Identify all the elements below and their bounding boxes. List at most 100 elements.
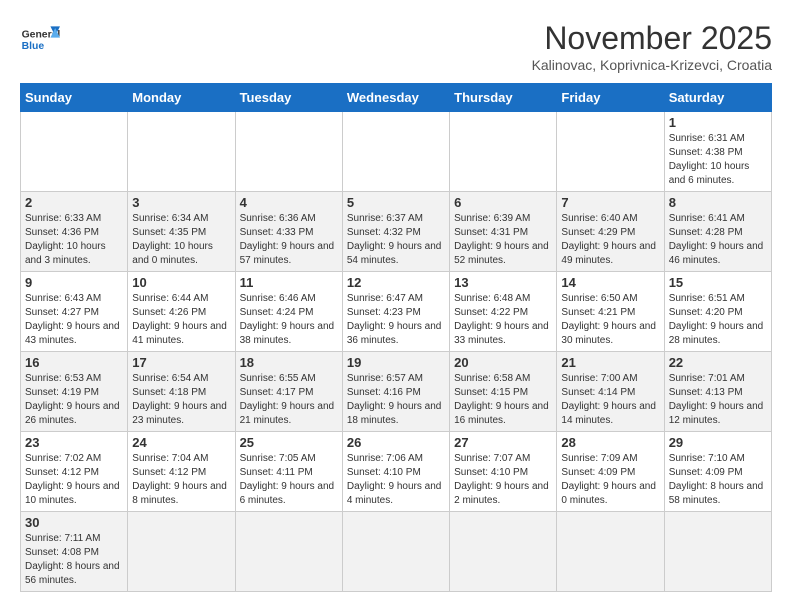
calendar-cell: 1 Sunrise: 6:31 AM Sunset: 4:38 PM Dayli… bbox=[664, 112, 771, 192]
calendar-cell: 29 Sunrise: 7:10 AM Sunset: 4:09 PM Dayl… bbox=[664, 432, 771, 512]
day-info: Sunrise: 6:50 AM Sunset: 4:21 PM Dayligh… bbox=[561, 292, 659, 348]
calendar-cell: 11 Sunrise: 6:46 AM Sunset: 4:24 PM Dayl… bbox=[235, 272, 342, 352]
day-info: Sunrise: 6:41 AM Sunset: 4:28 PM Dayligh… bbox=[669, 212, 767, 268]
calendar-cell: 17 Sunrise: 6:54 AM Sunset: 4:18 PM Dayl… bbox=[128, 352, 235, 432]
day-number: 12 bbox=[347, 275, 445, 290]
calendar-cell: 14 Sunrise: 6:50 AM Sunset: 4:21 PM Dayl… bbox=[557, 272, 664, 352]
calendar-cell: 10 Sunrise: 6:44 AM Sunset: 4:26 PM Dayl… bbox=[128, 272, 235, 352]
day-info: Sunrise: 7:05 AM Sunset: 4:11 PM Dayligh… bbox=[240, 452, 338, 508]
day-number: 4 bbox=[240, 195, 338, 210]
day-number: 13 bbox=[454, 275, 552, 290]
calendar-cell bbox=[342, 512, 449, 592]
calendar-cell bbox=[235, 512, 342, 592]
day-number: 14 bbox=[561, 275, 659, 290]
day-number: 21 bbox=[561, 355, 659, 370]
calendar-cell: 12 Sunrise: 6:47 AM Sunset: 4:23 PM Dayl… bbox=[342, 272, 449, 352]
calendar-cell bbox=[664, 512, 771, 592]
calendar-cell: 18 Sunrise: 6:55 AM Sunset: 4:17 PM Dayl… bbox=[235, 352, 342, 432]
calendar-cell: 7 Sunrise: 6:40 AM Sunset: 4:29 PM Dayli… bbox=[557, 192, 664, 272]
day-info: Sunrise: 7:11 AM Sunset: 4:08 PM Dayligh… bbox=[25, 532, 123, 588]
day-number: 6 bbox=[454, 195, 552, 210]
day-number: 1 bbox=[669, 115, 767, 130]
calendar-cell bbox=[450, 512, 557, 592]
calendar-cell bbox=[128, 512, 235, 592]
calendar-cell: 20 Sunrise: 6:58 AM Sunset: 4:15 PM Dayl… bbox=[450, 352, 557, 432]
day-number: 3 bbox=[132, 195, 230, 210]
calendar-cell: 27 Sunrise: 7:07 AM Sunset: 4:10 PM Dayl… bbox=[450, 432, 557, 512]
day-number: 23 bbox=[25, 435, 123, 450]
calendar-cell bbox=[342, 112, 449, 192]
day-info: Sunrise: 6:54 AM Sunset: 4:18 PM Dayligh… bbox=[132, 372, 230, 428]
calendar-cell bbox=[557, 512, 664, 592]
day-number: 26 bbox=[347, 435, 445, 450]
day-number: 25 bbox=[240, 435, 338, 450]
calendar-cell: 28 Sunrise: 7:09 AM Sunset: 4:09 PM Dayl… bbox=[557, 432, 664, 512]
day-number: 27 bbox=[454, 435, 552, 450]
day-number: 30 bbox=[25, 515, 123, 530]
day-info: Sunrise: 6:31 AM Sunset: 4:38 PM Dayligh… bbox=[669, 132, 767, 188]
day-number: 16 bbox=[25, 355, 123, 370]
day-info: Sunrise: 6:46 AM Sunset: 4:24 PM Dayligh… bbox=[240, 292, 338, 348]
day-number: 22 bbox=[669, 355, 767, 370]
weekday-header-wednesday: Wednesday bbox=[342, 84, 449, 112]
calendar-cell bbox=[450, 112, 557, 192]
day-info: Sunrise: 7:06 AM Sunset: 4:10 PM Dayligh… bbox=[347, 452, 445, 508]
day-number: 7 bbox=[561, 195, 659, 210]
calendar-week-row: 1 Sunrise: 6:31 AM Sunset: 4:38 PM Dayli… bbox=[21, 112, 772, 192]
calendar-week-row: 2 Sunrise: 6:33 AM Sunset: 4:36 PM Dayli… bbox=[21, 192, 772, 272]
day-number: 10 bbox=[132, 275, 230, 290]
day-info: Sunrise: 6:51 AM Sunset: 4:20 PM Dayligh… bbox=[669, 292, 767, 348]
calendar-cell: 5 Sunrise: 6:37 AM Sunset: 4:32 PM Dayli… bbox=[342, 192, 449, 272]
day-number: 2 bbox=[25, 195, 123, 210]
day-info: Sunrise: 6:40 AM Sunset: 4:29 PM Dayligh… bbox=[561, 212, 659, 268]
day-info: Sunrise: 6:53 AM Sunset: 4:19 PM Dayligh… bbox=[25, 372, 123, 428]
calendar-cell: 13 Sunrise: 6:48 AM Sunset: 4:22 PM Dayl… bbox=[450, 272, 557, 352]
page-header: General Blue November 2025 Kalinovac, Ko… bbox=[20, 20, 772, 73]
day-number: 28 bbox=[561, 435, 659, 450]
weekday-header-row: SundayMondayTuesdayWednesdayThursdayFrid… bbox=[21, 84, 772, 112]
calendar-cell bbox=[128, 112, 235, 192]
weekday-header-tuesday: Tuesday bbox=[235, 84, 342, 112]
calendar-cell bbox=[21, 112, 128, 192]
day-info: Sunrise: 7:04 AM Sunset: 4:12 PM Dayligh… bbox=[132, 452, 230, 508]
calendar-cell: 2 Sunrise: 6:33 AM Sunset: 4:36 PM Dayli… bbox=[21, 192, 128, 272]
day-info: Sunrise: 6:55 AM Sunset: 4:17 PM Dayligh… bbox=[240, 372, 338, 428]
day-info: Sunrise: 6:39 AM Sunset: 4:31 PM Dayligh… bbox=[454, 212, 552, 268]
day-info: Sunrise: 7:00 AM Sunset: 4:14 PM Dayligh… bbox=[561, 372, 659, 428]
day-number: 29 bbox=[669, 435, 767, 450]
location-subtitle: Kalinovac, Koprivnica-Krizevci, Croatia bbox=[532, 57, 772, 73]
day-number: 15 bbox=[669, 275, 767, 290]
month-title: November 2025 bbox=[532, 20, 772, 57]
calendar-cell: 26 Sunrise: 7:06 AM Sunset: 4:10 PM Dayl… bbox=[342, 432, 449, 512]
calendar-cell: 21 Sunrise: 7:00 AM Sunset: 4:14 PM Dayl… bbox=[557, 352, 664, 432]
day-number: 17 bbox=[132, 355, 230, 370]
day-info: Sunrise: 7:07 AM Sunset: 4:10 PM Dayligh… bbox=[454, 452, 552, 508]
calendar-cell bbox=[557, 112, 664, 192]
calendar-cell: 23 Sunrise: 7:02 AM Sunset: 4:12 PM Dayl… bbox=[21, 432, 128, 512]
weekday-header-friday: Friday bbox=[557, 84, 664, 112]
day-info: Sunrise: 7:10 AM Sunset: 4:09 PM Dayligh… bbox=[669, 452, 767, 508]
calendar-cell: 6 Sunrise: 6:39 AM Sunset: 4:31 PM Dayli… bbox=[450, 192, 557, 272]
calendar-cell: 22 Sunrise: 7:01 AM Sunset: 4:13 PM Dayl… bbox=[664, 352, 771, 432]
weekday-header-monday: Monday bbox=[128, 84, 235, 112]
day-info: Sunrise: 6:47 AM Sunset: 4:23 PM Dayligh… bbox=[347, 292, 445, 348]
day-number: 11 bbox=[240, 275, 338, 290]
day-number: 18 bbox=[240, 355, 338, 370]
day-info: Sunrise: 6:34 AM Sunset: 4:35 PM Dayligh… bbox=[132, 212, 230, 268]
calendar-cell: 4 Sunrise: 6:36 AM Sunset: 4:33 PM Dayli… bbox=[235, 192, 342, 272]
weekday-header-sunday: Sunday bbox=[21, 84, 128, 112]
svg-text:Blue: Blue bbox=[22, 41, 45, 52]
calendar-cell: 16 Sunrise: 6:53 AM Sunset: 4:19 PM Dayl… bbox=[21, 352, 128, 432]
calendar-week-row: 30 Sunrise: 7:11 AM Sunset: 4:08 PM Dayl… bbox=[21, 512, 772, 592]
day-info: Sunrise: 6:48 AM Sunset: 4:22 PM Dayligh… bbox=[454, 292, 552, 348]
calendar-cell bbox=[235, 112, 342, 192]
calendar-week-row: 23 Sunrise: 7:02 AM Sunset: 4:12 PM Dayl… bbox=[21, 432, 772, 512]
calendar-cell: 8 Sunrise: 6:41 AM Sunset: 4:28 PM Dayli… bbox=[664, 192, 771, 272]
day-info: Sunrise: 7:02 AM Sunset: 4:12 PM Dayligh… bbox=[25, 452, 123, 508]
calendar-cell: 3 Sunrise: 6:34 AM Sunset: 4:35 PM Dayli… bbox=[128, 192, 235, 272]
title-block: November 2025 Kalinovac, Koprivnica-Kriz… bbox=[532, 20, 772, 73]
day-info: Sunrise: 6:36 AM Sunset: 4:33 PM Dayligh… bbox=[240, 212, 338, 268]
day-number: 20 bbox=[454, 355, 552, 370]
day-number: 5 bbox=[347, 195, 445, 210]
day-info: Sunrise: 6:43 AM Sunset: 4:27 PM Dayligh… bbox=[25, 292, 123, 348]
